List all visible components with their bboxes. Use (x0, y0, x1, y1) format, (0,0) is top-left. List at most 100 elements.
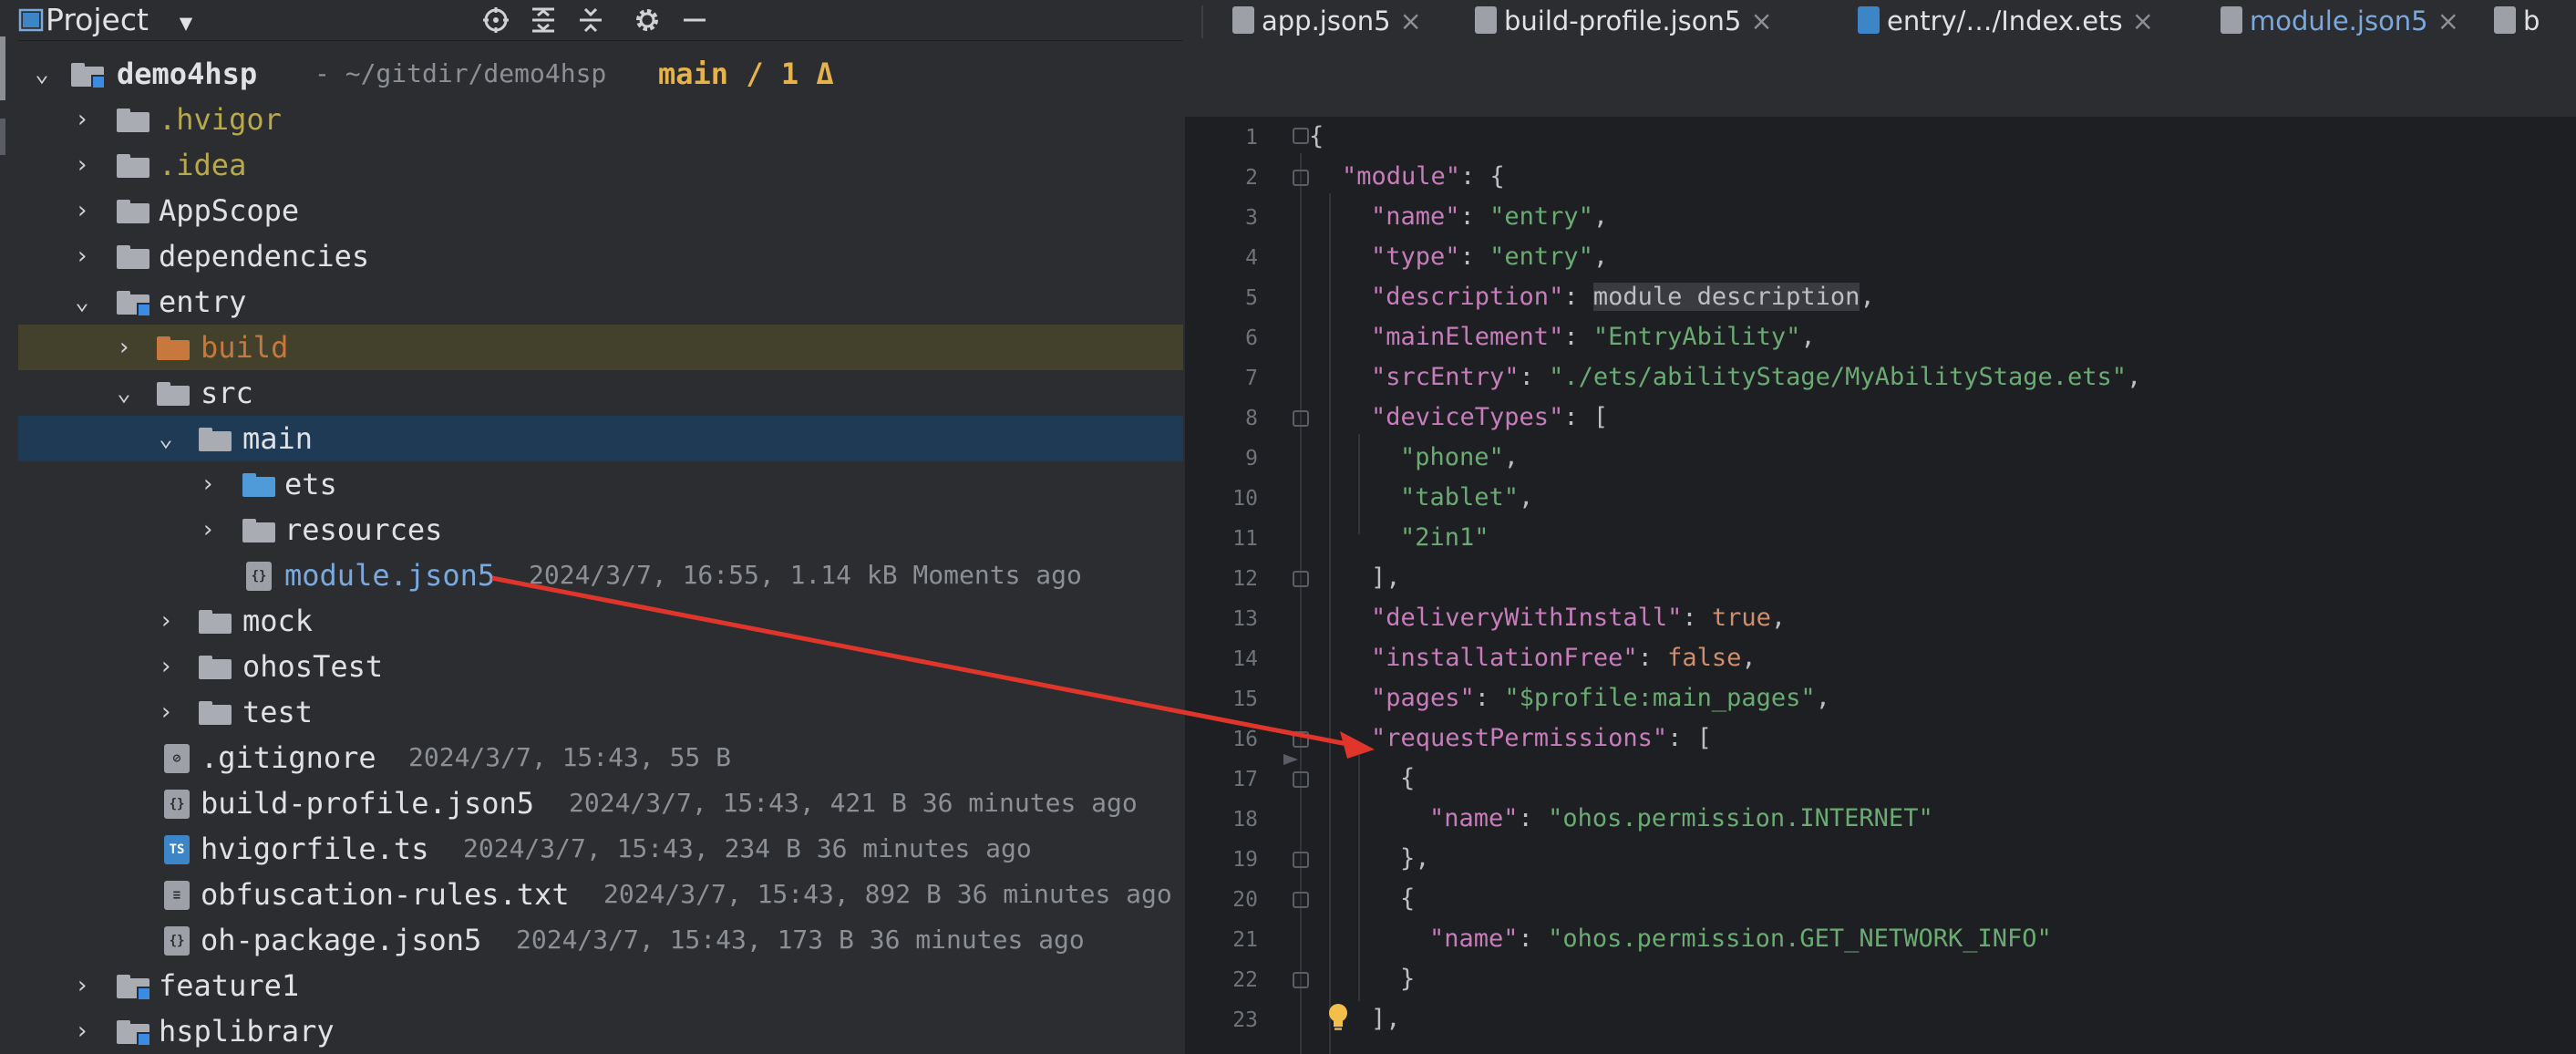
fold-marker-icon[interactable] (1293, 731, 1309, 748)
tree-item-hvigor[interactable]: › .hvigor (18, 97, 1183, 142)
code-editor[interactable]: 1 2 3 4 5 6 7 8 9 10 11 12 13 14 15 16 1… (1185, 117, 2576, 1054)
fold-marker-icon[interactable] (1293, 571, 1309, 587)
line-number: 2 (1245, 166, 1258, 190)
code-line-6: "mainElement": "EntryAbility", (1371, 323, 1816, 351)
tree-item-dependencies[interactable]: › dependencies (18, 233, 1183, 279)
code-line-10: "tablet", (1400, 483, 1534, 512)
chevron-right-icon[interactable]: › (69, 1008, 95, 1054)
project-tool-window-icon[interactable] (0, 36, 11, 155)
excluded-folder-icon (157, 336, 190, 360)
tree-item-entry[interactable]: ⌄ entry (18, 279, 1183, 325)
json-key: "pages" (1371, 684, 1475, 712)
project-view-selector[interactable]: Project ▼ (46, 0, 192, 40)
fold-marker-icon[interactable] (1293, 972, 1309, 988)
fold-marker-icon[interactable] (1293, 852, 1309, 868)
json-key: "deviceTypes" (1371, 403, 1564, 431)
tree-item-feature1[interactable]: › feature1 (18, 963, 1183, 1008)
chevron-right-icon[interactable]: › (69, 188, 95, 233)
expand-all-icon[interactable] (529, 5, 558, 35)
line-number: 7 (1245, 367, 1258, 390)
fold-marker-icon[interactable] (1293, 410, 1309, 427)
chevron-right-icon[interactable]: › (69, 97, 95, 142)
tree-item-build[interactable]: › build (18, 325, 1183, 370)
close-icon[interactable]: × (2132, 5, 2154, 36)
locate-file-icon[interactable] (481, 5, 510, 35)
chevron-right-icon[interactable]: › (153, 689, 179, 735)
json-file-icon: {} (246, 562, 272, 591)
line-number: 16 (1232, 728, 1258, 751)
tree-item-hsplibrary[interactable]: › hsplibrary (18, 1008, 1183, 1054)
fold-marker-icon[interactable] (1293, 170, 1309, 186)
chevron-down-icon[interactable]: ⌄ (153, 416, 179, 461)
tree-item-hvigorfile[interactable]: TS hvigorfile.ts 2024/3/7, 15:43, 234 B … (18, 826, 1183, 872)
gear-icon[interactable] (633, 5, 662, 35)
tree-item-build-profile[interactable]: {} build-profile.json5 2024/3/7, 15:43, … (18, 780, 1183, 826)
chevron-right-icon[interactable]: › (195, 461, 221, 507)
code-line-15: "pages": "$profile:main_pages", (1371, 684, 1830, 712)
hide-icon[interactable] (680, 5, 709, 35)
json-string: "tablet" (1400, 483, 1520, 512)
tab-overflow[interactable]: b (2494, 0, 2540, 44)
tree-item-ohostest[interactable]: › ohosTest (18, 644, 1183, 689)
chevron-right-icon[interactable]: › (69, 963, 95, 1008)
chevron-right-icon[interactable]: › (111, 325, 137, 370)
code-line-4: "type": "entry", (1371, 243, 1609, 271)
json-string: "2in1" (1400, 523, 1489, 552)
tree-item-demo4hsp[interactable]: ⌄ demo4hsp - ~/gitdir/demo4hsp main / 1 … (18, 51, 1183, 97)
tool-window-stripe (0, 0, 19, 1054)
lightbulb-icon[interactable] (1327, 1003, 1349, 1030)
chevron-down-icon[interactable]: ⌄ (29, 51, 55, 97)
chevron-down-icon[interactable]: ⌄ (69, 279, 95, 325)
chevron-right-icon[interactable]: › (69, 142, 95, 188)
line-number: 17 (1232, 768, 1258, 791)
tree-item-main[interactable]: ⌄ main (18, 416, 1183, 461)
collapse-all-icon[interactable] (576, 5, 605, 35)
line-number: 5 (1245, 286, 1258, 310)
tree-item-label: demo4hsp (117, 57, 258, 91)
tree-item-oh-package[interactable]: {} oh-package.json5 2024/3/7, 15:43, 173… (18, 917, 1183, 963)
tab-module-json5[interactable]: module.json5 × (2221, 0, 2459, 47)
line-number: 10 (1232, 487, 1258, 511)
line-number: 23 (1232, 1008, 1258, 1032)
folder-icon (242, 519, 275, 542)
tree-item-module-json5[interactable]: {} module.json5 2024/3/7, 16:55, 1.14 kB… (18, 553, 1183, 598)
json-key: "installationFree" (1371, 644, 1638, 672)
fold-marker-icon[interactable] (1293, 892, 1309, 908)
json-string: "EntryAbility" (1592, 323, 1801, 351)
tree-item-gitignore[interactable]: ⊘ .gitignore 2024/3/7, 15:43, 55 B (18, 735, 1183, 780)
chevron-right-icon[interactable]: › (195, 507, 221, 553)
code-line-22: } (1400, 965, 1416, 993)
tab-build-profile-json5[interactable]: build-profile.json5 × (1475, 0, 1773, 44)
fold-marker-icon[interactable] (1293, 128, 1309, 144)
fold-marker-icon[interactable] (1293, 771, 1309, 788)
tree-item-label: dependencies (159, 239, 370, 274)
tree-item-label: src (201, 376, 253, 410)
close-icon[interactable]: × (2437, 5, 2459, 36)
tab-app-json5[interactable]: app.json5 × (1232, 0, 1422, 44)
tree-item-test[interactable]: › test (18, 689, 1183, 735)
tree-item-appscope[interactable]: › AppScope (18, 188, 1183, 233)
chevron-right-icon[interactable]: › (153, 598, 179, 644)
indent-guide (1300, 153, 1302, 1054)
code-line-5: "description": module description, (1371, 283, 1875, 311)
tree-item-ets[interactable]: › ets (18, 461, 1183, 507)
tree-item-obfuscation-rules[interactable]: ≡ obfuscation-rules.txt 2024/3/7, 15:43,… (18, 872, 1183, 917)
tree-item-resources[interactable]: › resources (18, 507, 1183, 553)
tree-item-idea[interactable]: › .idea (18, 142, 1183, 188)
close-icon[interactable]: × (1400, 5, 1422, 36)
json-string: "phone" (1400, 443, 1504, 471)
tab-index-ets[interactable]: entry/…/Index.ets × (1858, 0, 2154, 44)
code-line-7: "srcEntry": "./ets/abilityStage/MyAbilit… (1371, 363, 2142, 391)
folder-icon (117, 108, 149, 132)
tree-item-label: module.json5 (284, 558, 496, 593)
chevron-right-icon[interactable]: › (153, 644, 179, 689)
chevron-right-icon[interactable]: › (69, 233, 95, 279)
tree-item-label: .gitignore (201, 740, 376, 775)
text-file-icon: ≡ (164, 881, 190, 910)
tree-item-mock[interactable]: › mock (18, 598, 1183, 644)
line-number: 8 (1245, 407, 1258, 430)
chevron-down-icon[interactable]: ⌄ (111, 370, 137, 416)
tab-label: entry/…/Index.ets (1887, 5, 2123, 36)
close-icon[interactable]: × (1750, 5, 1772, 36)
tree-item-src[interactable]: ⌄ src (18, 370, 1183, 416)
